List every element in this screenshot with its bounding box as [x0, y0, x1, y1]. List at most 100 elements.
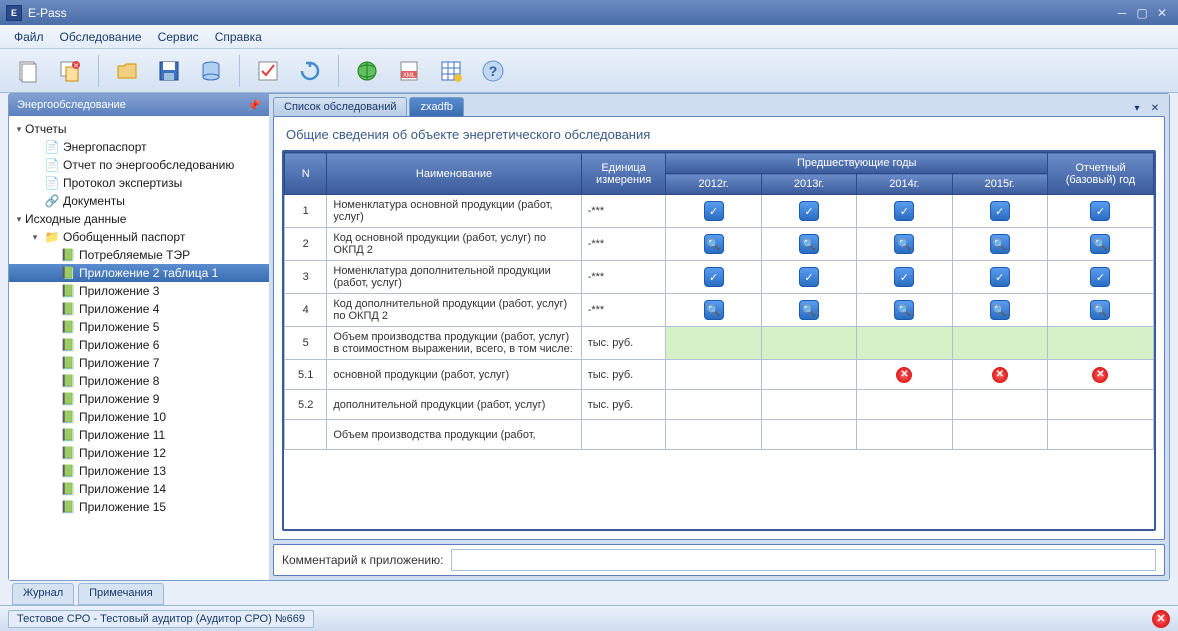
error-cell-icon[interactable]: ✕: [1092, 367, 1108, 383]
tree-item[interactable]: 📗Приложение 5: [9, 318, 269, 336]
tree[interactable]: ▾ Отчеты 📄Энергопаспорт 📄Отчет по энерго…: [9, 116, 269, 580]
menu-survey[interactable]: Обследование: [52, 27, 150, 47]
table-wrap[interactable]: N Наименование Единица измерения Предшес…: [282, 150, 1156, 531]
globe-icon[interactable]: [351, 55, 383, 87]
search-cell-button[interactable]: 🔍: [704, 234, 724, 254]
cell-value[interactable]: [666, 327, 761, 360]
check-cell-button[interactable]: ✓: [1090, 201, 1110, 221]
cell-value[interactable]: [761, 327, 856, 360]
cell-value[interactable]: 🔍: [952, 228, 1047, 261]
cell-value[interactable]: [666, 390, 761, 420]
tree-item[interactable]: 📗Приложение 3: [9, 282, 269, 300]
tree-item[interactable]: 📗Приложение 10: [9, 408, 269, 426]
close-button[interactable]: ✕: [1152, 5, 1172, 21]
cell-value[interactable]: 🔍: [1047, 294, 1153, 327]
maximize-button[interactable]: ▢: [1132, 5, 1152, 21]
folder-icon[interactable]: [111, 55, 143, 87]
cell-value[interactable]: 🔍: [666, 228, 761, 261]
tab-notes[interactable]: Примечания: [78, 583, 164, 605]
tree-passport[interactable]: ▾ 📁 Обобщенный паспорт: [9, 228, 269, 246]
minimize-button[interactable]: ─: [1112, 5, 1132, 21]
th-n[interactable]: N: [285, 153, 327, 195]
status-error-icon[interactable]: ✕: [1152, 610, 1170, 628]
collapse-icon[interactable]: ▾: [13, 214, 25, 225]
tree-item[interactable]: 📗Потребляемые ТЭР: [9, 246, 269, 264]
menu-file[interactable]: Файл: [6, 27, 52, 47]
check-cell-button[interactable]: ✓: [990, 201, 1010, 221]
search-cell-button[interactable]: 🔍: [894, 234, 914, 254]
check-cell-button[interactable]: ✓: [799, 201, 819, 221]
th-year[interactable]: 2014г.: [857, 174, 952, 195]
search-cell-button[interactable]: 🔍: [990, 300, 1010, 320]
tree-item[interactable]: 📗Приложение 4: [9, 300, 269, 318]
refresh-icon[interactable]: [294, 55, 326, 87]
tree-item[interactable]: 📗Приложение 15: [9, 498, 269, 516]
grid-icon[interactable]: [435, 55, 467, 87]
save-icon[interactable]: [153, 55, 185, 87]
search-cell-button[interactable]: 🔍: [894, 300, 914, 320]
tree-item[interactable]: 📗Приложение 7: [9, 354, 269, 372]
cell-value[interactable]: 🔍: [952, 294, 1047, 327]
comment-input[interactable]: [451, 549, 1156, 571]
cell-value[interactable]: 🔍: [761, 294, 856, 327]
check-cell-button[interactable]: ✓: [990, 267, 1010, 287]
th-report[interactable]: Отчетный (базовый) год: [1047, 153, 1153, 195]
tab-dropdown-icon[interactable]: ▾: [1129, 100, 1145, 116]
cell-value[interactable]: [761, 360, 856, 390]
menu-service[interactable]: Сервис: [150, 27, 207, 47]
cell-value[interactable]: [952, 390, 1047, 420]
table-row[interactable]: 5.2дополнительной продукции (работ, услу…: [285, 390, 1154, 420]
menu-help[interactable]: Справка: [207, 27, 270, 47]
cell-value[interactable]: ✓: [1047, 261, 1153, 294]
tree-item-selected[interactable]: 📗Приложение 2 таблица 1: [9, 264, 269, 282]
pin-icon[interactable]: 📌: [247, 99, 261, 112]
search-cell-button[interactable]: 🔍: [1090, 234, 1110, 254]
cell-value[interactable]: 🔍: [857, 294, 952, 327]
error-cell-icon[interactable]: ✕: [896, 367, 912, 383]
cell-value[interactable]: [857, 420, 952, 450]
tab-zxadfb[interactable]: zxadfb: [409, 97, 463, 116]
cell-value[interactable]: [666, 420, 761, 450]
search-cell-button[interactable]: 🔍: [704, 300, 724, 320]
xml-icon[interactable]: XML: [393, 55, 425, 87]
cell-value[interactable]: ✕: [952, 360, 1047, 390]
table-row[interactable]: 1Номенклатура основной продукции (работ,…: [285, 195, 1154, 228]
cell-value[interactable]: ✓: [761, 261, 856, 294]
th-year[interactable]: 2013г.: [761, 174, 856, 195]
search-cell-button[interactable]: 🔍: [799, 300, 819, 320]
search-cell-button[interactable]: 🔍: [1090, 300, 1110, 320]
tab-surveys[interactable]: Список обследований: [273, 97, 407, 116]
th-unit[interactable]: Единица измерения: [581, 153, 666, 195]
tree-item[interactable]: 📗Приложение 14: [9, 480, 269, 498]
tree-item[interactable]: 📗Приложение 9: [9, 390, 269, 408]
search-cell-button[interactable]: 🔍: [799, 234, 819, 254]
copy-icon[interactable]: ✕: [54, 55, 86, 87]
search-cell-button[interactable]: 🔍: [990, 234, 1010, 254]
new-doc-icon[interactable]: [12, 55, 44, 87]
cell-value[interactable]: ✓: [666, 195, 761, 228]
cell-value[interactable]: [952, 420, 1047, 450]
th-year[interactable]: 2012г.: [666, 174, 761, 195]
cell-value[interactable]: 🔍: [666, 294, 761, 327]
cell-value[interactable]: [761, 420, 856, 450]
cell-value[interactable]: [857, 327, 952, 360]
th-prev[interactable]: Предшествующие годы: [666, 153, 1048, 174]
cell-value[interactable]: 🔍: [761, 228, 856, 261]
cell-value[interactable]: ✓: [952, 195, 1047, 228]
collapse-icon[interactable]: ▾: [13, 124, 25, 135]
tree-item[interactable]: 📗Приложение 13: [9, 462, 269, 480]
table-row[interactable]: 5Объем производства продукции (работ, ус…: [285, 327, 1154, 360]
table-row[interactable]: 2Код основной продукции (работ, услуг) п…: [285, 228, 1154, 261]
tab-close-icon[interactable]: ✕: [1147, 100, 1163, 116]
cell-value[interactable]: ✓: [1047, 195, 1153, 228]
check-icon[interactable]: [252, 55, 284, 87]
table-row[interactable]: 4Код дополнительной продукции (работ, ус…: [285, 294, 1154, 327]
th-year[interactable]: 2015г.: [952, 174, 1047, 195]
cell-value[interactable]: ✓: [952, 261, 1047, 294]
cell-value[interactable]: [666, 360, 761, 390]
check-cell-button[interactable]: ✓: [1090, 267, 1110, 287]
db-icon[interactable]: [195, 55, 227, 87]
tab-journal[interactable]: Журнал: [12, 583, 74, 605]
cell-value[interactable]: [857, 390, 952, 420]
cell-value[interactable]: ✕: [857, 360, 952, 390]
